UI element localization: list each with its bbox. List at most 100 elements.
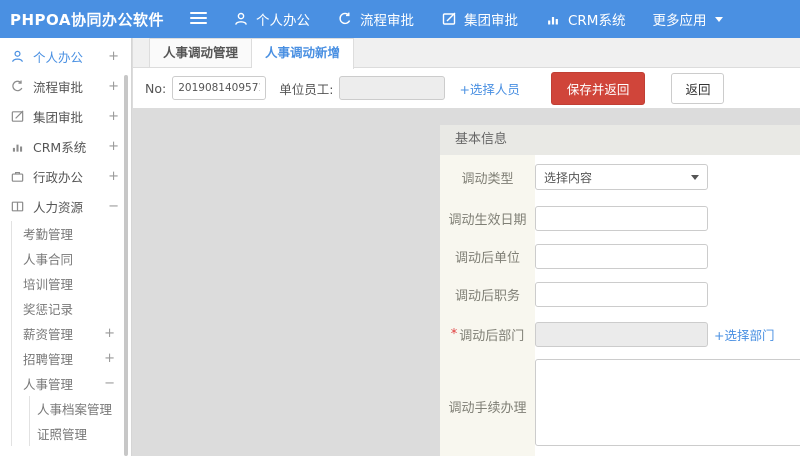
collapse-minus-icon[interactable]: − — [108, 199, 119, 214]
sub-item-label: 人事合同 — [23, 249, 73, 268]
new-position-input[interactable] — [535, 282, 708, 307]
back-button[interactable]: 返回 — [671, 73, 724, 104]
app-logo: PHPOA协同办公软件 — [10, 9, 164, 30]
caret-down-icon — [691, 175, 699, 180]
sidebar-item-hr-contract[interactable]: 人事合同 — [12, 246, 131, 271]
new-unit-input[interactable] — [535, 244, 708, 269]
expand-plus-icon[interactable]: + — [104, 351, 115, 366]
sidebar-item-label: 流程审批 — [33, 77, 83, 96]
sub-item-label: 证照管理 — [37, 424, 87, 443]
effective-date-input[interactable] — [535, 206, 708, 231]
bar-chart-icon — [545, 11, 561, 27]
sidebar-item-reward-punishment[interactable]: 奖惩记录 — [12, 296, 131, 321]
sub-item-label: 人事档案管理 — [37, 399, 112, 418]
top-bar: PHPOA协同办公软件 个人办公 流程审批 集团审批 CRM系统 更多应用 — [0, 0, 800, 38]
sub-item-label: 奖惩记录 — [23, 299, 73, 318]
workspace: 基本信息 调动类型 选择内容 调动生效日期 调动后单位 — [133, 108, 800, 456]
personnel-submenu: 人事档案管理 证照管理 — [29, 396, 131, 446]
sidebar-item-human-resources[interactable]: 人力资源 − — [0, 191, 131, 221]
collapse-minus-icon[interactable]: − — [104, 376, 115, 391]
form-row-new-department: * 调动后部门 +选择部门 — [440, 313, 800, 355]
sub-item-label: 培训管理 — [23, 274, 73, 293]
sub-item-label: 招聘管理 — [23, 349, 73, 368]
sidebar-item-certificate-mgmt[interactable]: 证照管理 — [30, 421, 131, 446]
expand-plus-icon[interactable]: + — [108, 169, 119, 184]
section-title: 基本信息 — [440, 125, 800, 155]
tab-transfer-management[interactable]: 人事调动管理 — [149, 38, 252, 67]
select-person-link[interactable]: +选择人员 — [459, 79, 519, 98]
sidebar-item-personal-office[interactable]: 个人办公 + — [0, 41, 131, 71]
no-input[interactable] — [172, 76, 266, 100]
expand-plus-icon[interactable]: + — [108, 139, 119, 154]
edit-icon — [10, 109, 25, 124]
field-label: * 调动后部门 — [440, 313, 535, 355]
required-asterisk: * — [451, 327, 458, 342]
hamburger-menu-icon[interactable] — [190, 12, 207, 27]
expand-plus-icon[interactable]: + — [108, 109, 119, 124]
process-icon — [337, 11, 353, 27]
form-row-transfer-type: 调动类型 选择内容 — [440, 155, 800, 199]
form-row-effective-date: 调动生效日期 — [440, 199, 800, 237]
user-icon — [233, 11, 249, 27]
topnav-personal-office[interactable]: 个人办公 — [233, 9, 310, 29]
expand-plus-icon[interactable]: + — [104, 326, 115, 341]
sidebar-item-personnel-files[interactable]: 人事档案管理 — [30, 396, 131, 421]
sidebar-item-training-mgmt[interactable]: 培训管理 — [12, 271, 131, 296]
sub-item-label: 人事管理 — [23, 374, 73, 393]
sidebar-item-group-approval[interactable]: 集团审批 + — [0, 101, 131, 131]
sidebar-item-crm-system[interactable]: CRM系统 + — [0, 131, 131, 161]
sidebar-item-recruitment-mgmt[interactable]: 招聘管理 + — [12, 346, 131, 371]
no-label: No: — [145, 81, 166, 96]
topnav-crm-system[interactable]: CRM系统 — [545, 9, 625, 29]
sidebar-item-label: CRM系统 — [33, 137, 86, 156]
select-department-link[interactable]: +选择部门 — [714, 325, 774, 344]
tab-label: 人事调动管理 — [163, 45, 238, 60]
procedure-textarea[interactable] — [535, 359, 800, 446]
sidebar-item-attendance-mgmt[interactable]: 考勤管理 — [12, 221, 131, 246]
process-icon — [10, 79, 25, 94]
tab-transfer-new[interactable]: 人事调动新增 — [252, 38, 354, 69]
form-row-procedure: 调动手续办理 — [440, 355, 800, 456]
sidebar-item-admin-office[interactable]: 行政办公 + — [0, 161, 131, 191]
form-row-new-position: 调动后职务 — [440, 275, 800, 313]
sidebar-item-process-approval[interactable]: 流程审批 + — [0, 71, 131, 101]
basic-info-panel: 基本信息 调动类型 选择内容 调动生效日期 调动后单位 — [440, 125, 800, 456]
expand-plus-icon[interactable]: + — [108, 49, 119, 64]
topnav-label: 集团审批 — [464, 9, 518, 29]
sidebar-item-label: 集团审批 — [33, 107, 83, 126]
main-content: 人事调动管理 人事调动新增 No: 单位员工: +选择人员 保存并返回 返回 基… — [133, 38, 800, 456]
sub-item-label: 考勤管理 — [23, 224, 73, 243]
edit-icon — [441, 11, 457, 27]
top-nav: 个人办公 流程审批 集团审批 CRM系统 更多应用 — [233, 0, 750, 38]
sidebar-scrollbar[interactable] — [124, 75, 128, 456]
sidebar-item-label: 人力资源 — [33, 197, 83, 216]
caret-down-icon — [715, 17, 723, 22]
select-value: 选择内容 — [544, 169, 592, 186]
form-toolbar: No: 单位员工: +选择人员 保存并返回 返回 — [133, 68, 800, 109]
sidebar: 个人办公 + 流程审批 + 集团审批 + CRM系统 + 行政办公 + 人力资源… — [0, 38, 132, 456]
topnav-label: CRM系统 — [568, 9, 625, 29]
field-label: 调动生效日期 — [440, 199, 535, 237]
hr-submenu: 考勤管理 人事合同 培训管理 奖惩记录 薪资管理 + 招聘管理 + 人事管理 −… — [11, 221, 131, 446]
topnav-process-approval[interactable]: 流程审批 — [337, 9, 414, 29]
new-department-input[interactable] — [535, 322, 708, 347]
transfer-type-select[interactable]: 选择内容 — [535, 164, 708, 190]
topnav-label: 个人办公 — [256, 9, 310, 29]
field-label: 调动手续办理 — [440, 355, 535, 456]
topnav-label: 流程审批 — [360, 9, 414, 29]
topnav-more-apps[interactable]: 更多应用 — [652, 9, 723, 29]
sidebar-item-salary-mgmt[interactable]: 薪资管理 + — [12, 321, 131, 346]
briefcase-icon — [10, 169, 25, 184]
tab-bar: 人事调动管理 人事调动新增 — [133, 38, 800, 68]
bar-chart-icon — [10, 139, 25, 154]
sidebar-item-label: 个人办公 — [33, 47, 83, 66]
sub-item-label: 薪资管理 — [23, 324, 73, 343]
expand-plus-icon[interactable]: + — [108, 79, 119, 94]
book-icon — [10, 199, 25, 214]
employee-input[interactable] — [339, 76, 445, 100]
form-row-new-unit: 调动后单位 — [440, 237, 800, 275]
tab-label: 人事调动新增 — [265, 45, 340, 60]
save-and-return-button[interactable]: 保存并返回 — [551, 72, 646, 105]
topnav-group-approval[interactable]: 集团审批 — [441, 9, 518, 29]
sidebar-item-personnel-mgmt[interactable]: 人事管理 − — [12, 371, 131, 396]
